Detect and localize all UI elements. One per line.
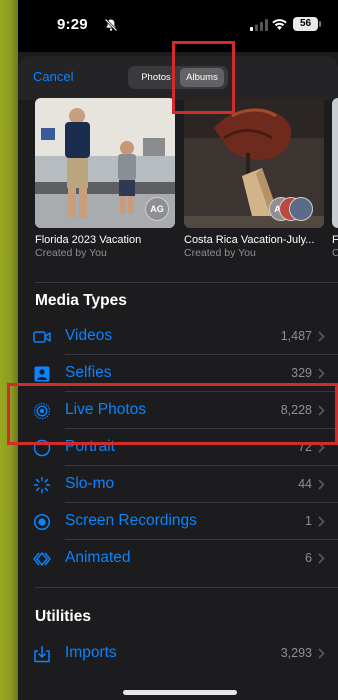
row-count: 44 <box>298 477 312 491</box>
album-partial[interactable]: F C <box>332 98 338 270</box>
chevron-right-icon <box>318 368 325 379</box>
row-label: Animated <box>65 549 131 566</box>
device-bezel <box>0 0 18 700</box>
album-picker-sheet: Cancel Photos Albums AG Florida 2023 Vac… <box>18 56 338 700</box>
divider <box>35 587 338 588</box>
cancel-button[interactable]: Cancel <box>33 69 73 84</box>
media-type-slo-mo[interactable]: Slo-mo 44 <box>18 466 338 503</box>
media-type-animated[interactable]: Animated 6 <box>18 540 338 577</box>
avatar: AG <box>145 197 169 221</box>
chevron-right-icon <box>318 479 325 490</box>
cellular-signal-icon <box>250 19 268 31</box>
utility-imports[interactable]: Imports 3,293 <box>18 635 338 672</box>
divider <box>35 282 338 283</box>
wifi-icon <box>272 19 287 30</box>
chevron-right-icon <box>318 516 325 527</box>
row-label: Videos <box>65 327 113 344</box>
selfie-icon <box>34 366 50 382</box>
album-costa-rica[interactable]: AG Costa Rica Vacation-July... Created b… <box>184 98 324 270</box>
row-count: 6 <box>305 551 312 565</box>
album-title: F <box>332 234 338 246</box>
battery-tip <box>319 21 321 27</box>
slomo-icon <box>33 476 51 494</box>
home-indicator <box>123 690 237 695</box>
row-label: Imports <box>65 644 117 661</box>
import-icon <box>34 646 50 663</box>
bell-slash-icon <box>104 18 118 32</box>
chevron-right-icon <box>318 553 325 564</box>
row-label: Slo-mo <box>65 475 115 492</box>
album-title: Costa Rica Vacation-July... <box>184 234 315 246</box>
battery-indicator: 56 <box>293 17 318 31</box>
section-title-utilities: Utilities <box>35 608 91 625</box>
media-type-screen-recordings[interactable]: Screen Recordings 1 <box>18 503 338 540</box>
media-type-videos[interactable]: Videos 1,487 <box>18 318 338 355</box>
album-title: Florida 2023 Vacation <box>35 234 142 246</box>
chevron-right-icon <box>318 648 325 659</box>
album-subtitle: Created by You <box>184 247 256 259</box>
album-florida[interactable]: AG Florida 2023 Vacation Created by You <box>35 98 175 270</box>
animated-icon <box>33 552 51 566</box>
section-title-media-types: Media Types <box>35 292 127 309</box>
album-thumbnail <box>332 98 338 228</box>
avatar-photo <box>289 197 313 221</box>
row-count: 1,487 <box>280 329 312 343</box>
status-time: 9:29 <box>57 16 88 33</box>
row-count: 1 <box>305 514 312 528</box>
annotation-highlight-albums <box>172 41 235 114</box>
shared-albums-row: AG Florida 2023 Vacation Created by You <box>18 98 338 270</box>
video-icon <box>33 331 51 343</box>
row-label: Selfies <box>65 364 112 381</box>
album-subtitle: Created by You <box>35 247 107 259</box>
annotation-highlight-live-photos <box>7 383 338 445</box>
row-label: Screen Recordings <box>65 512 197 529</box>
screen-recording-icon <box>33 513 51 531</box>
album-subtitle: C <box>332 247 338 259</box>
row-count: 3,293 <box>280 646 312 660</box>
row-count: 329 <box>291 366 312 380</box>
chevron-right-icon <box>318 331 325 342</box>
